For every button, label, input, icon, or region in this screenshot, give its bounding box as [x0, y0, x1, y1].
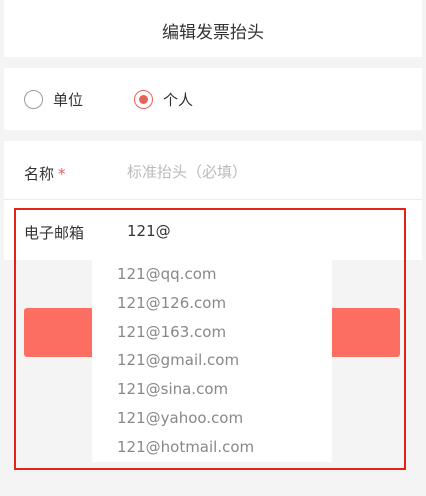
radio-checked-icon[interactable] — [134, 90, 153, 109]
required-asterisk-icon: * — [58, 165, 66, 183]
name-label: 名称 * — [24, 165, 66, 183]
edit-invoice-header-page: 编辑发票抬头 单位 个人 名称* 电子邮箱 121@qq.com 121@126… — [0, 0, 426, 496]
invoice-form: 名称* 电子邮箱 — [0, 141, 426, 260]
email-suggestion-item[interactable]: 121@126.com — [92, 289, 332, 318]
name-input[interactable] — [127, 160, 397, 184]
email-input[interactable] — [127, 219, 397, 243]
email-suggestion-item[interactable]: 121@qq.com — [92, 260, 332, 289]
invoice-type-selector: 单位 个人 — [0, 68, 426, 130]
radio-option-company[interactable]: 单位 — [24, 89, 83, 110]
radio-unchecked-icon[interactable] — [24, 90, 43, 109]
page-title: 编辑发票抬头 — [162, 23, 264, 43]
email-label: 电子邮箱 — [24, 224, 85, 242]
radio-option-personal[interactable]: 个人 — [134, 89, 193, 110]
page-header: 编辑发票抬头 — [0, 0, 426, 57]
email-suggestion-item[interactable]: 121@hotmail.com — [92, 433, 332, 462]
email-suggestion-dropdown: 121@qq.com 121@126.com 121@163.com 121@g… — [92, 260, 332, 462]
email-suggestion-item[interactable]: 121@yahoo.com — [92, 404, 332, 433]
email-suggestion-item[interactable]: 121@163.com — [92, 318, 332, 347]
email-suggestion-item[interactable]: 121@sina.com — [92, 375, 332, 404]
email-row: 电子邮箱 — [4, 201, 422, 260]
name-row: 名称 * — [4, 141, 422, 200]
radio-label-company: 单位 — [53, 91, 84, 109]
email-suggestion-item[interactable]: 121@gmail.com — [92, 346, 332, 375]
radio-label-personal: 个人 — [163, 91, 194, 109]
